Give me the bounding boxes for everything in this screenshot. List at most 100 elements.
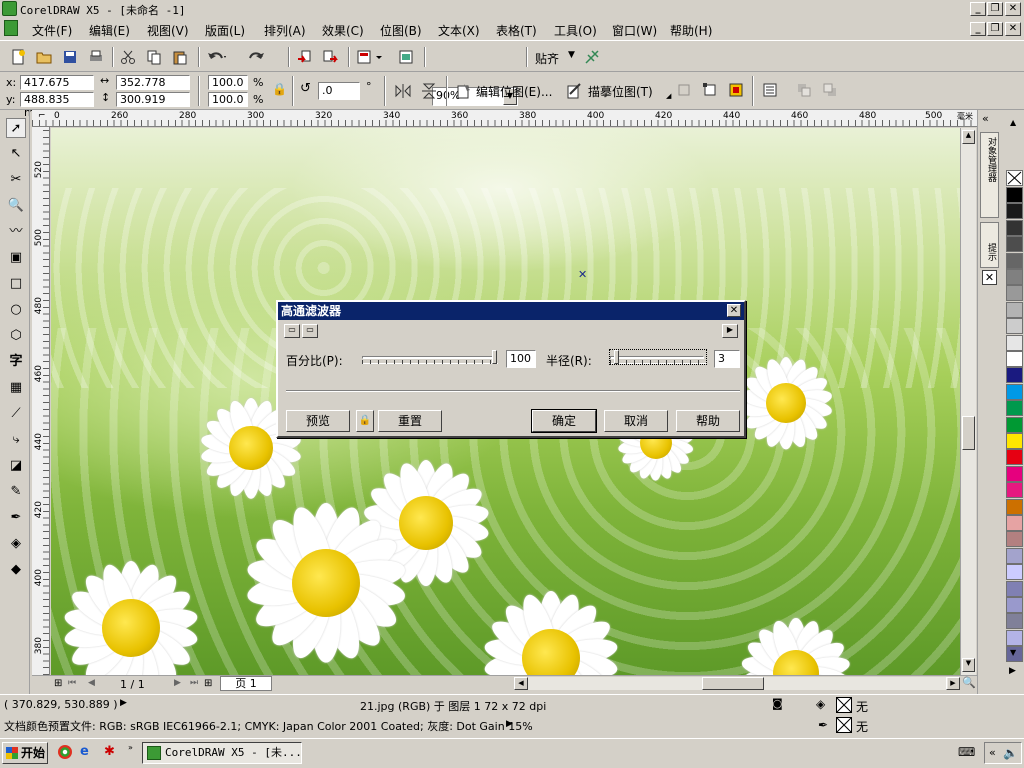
ellipse-tool-icon[interactable]: ○ bbox=[6, 300, 26, 320]
collapse-docker-icon[interactable]: « bbox=[982, 112, 989, 125]
blend-tool-icon[interactable]: ◪ bbox=[6, 456, 26, 476]
start-button[interactable]: 开始 bbox=[2, 742, 48, 764]
mirror-vertical-icon[interactable] bbox=[420, 82, 438, 100]
no-fill-swatch[interactable] bbox=[1006, 170, 1023, 186]
smart-fill-tool-icon[interactable]: ▣ bbox=[6, 248, 26, 268]
trace-bitmap-icon[interactable] bbox=[566, 82, 584, 100]
doc-close-button[interactable]: ✕ bbox=[1005, 22, 1021, 36]
close-button[interactable]: ✕ bbox=[1005, 2, 1021, 16]
vertical-scrollbar[interactable]: ▲ ▼ bbox=[960, 128, 976, 675]
page-tab[interactable]: 页 1 bbox=[220, 676, 272, 691]
preview-button[interactable]: 预览 bbox=[286, 410, 350, 432]
prev-page-icon[interactable]: ◀ bbox=[88, 678, 95, 688]
help-button[interactable]: 帮助 bbox=[676, 410, 740, 432]
taskbar-coreldraw-button[interactable]: CorelDRAW X5 - [未... bbox=[142, 742, 302, 764]
edit-bitmap-icon[interactable] bbox=[456, 82, 472, 100]
scroll-left-button[interactable]: ◀ bbox=[514, 677, 528, 690]
h-scroll-thumb[interactable] bbox=[702, 677, 764, 690]
add-page-icon[interactable]: ⊞ bbox=[54, 678, 62, 689]
first-page-icon[interactable]: ⏮ bbox=[68, 678, 76, 688]
menu-view[interactable]: 视图(V) bbox=[147, 22, 189, 39]
scroll-down-button[interactable]: ▼ bbox=[962, 658, 975, 672]
eyedropper-tool-icon[interactable]: ✎ bbox=[6, 482, 26, 502]
color-swatch[interactable] bbox=[1006, 301, 1023, 318]
color-swatch[interactable] bbox=[1006, 580, 1023, 597]
cut-icon[interactable] bbox=[120, 49, 136, 65]
app-shortcut-icon[interactable]: ✱ bbox=[104, 744, 115, 759]
color-swatch[interactable] bbox=[1006, 433, 1023, 449]
menu-help[interactable]: 帮助(H) bbox=[670, 22, 712, 39]
document-icon[interactable] bbox=[4, 20, 18, 36]
copy-icon[interactable] bbox=[146, 49, 162, 65]
vertical-ruler[interactable]: 520 500 480 460 440 420 400 380 bbox=[32, 127, 50, 675]
save-icon[interactable] bbox=[62, 49, 78, 65]
options-icon[interactable] bbox=[584, 49, 600, 65]
single-preview-icon[interactable]: ▭ bbox=[302, 324, 318, 338]
scale-y-field[interactable]: 100.0 bbox=[208, 92, 248, 107]
welcome-screen-icon[interactable] bbox=[398, 49, 414, 65]
lock-ratio-icon[interactable]: 🔒 bbox=[272, 82, 287, 96]
navigator-icon[interactable]: 🔍 bbox=[962, 676, 976, 689]
color-swatch[interactable] bbox=[1006, 531, 1023, 548]
palette-scroll-down-icon[interactable]: ▼ bbox=[1010, 648, 1016, 657]
color-swatch[interactable] bbox=[1006, 465, 1023, 482]
color-swatch[interactable] bbox=[1006, 351, 1023, 367]
x-position-field[interactable]: 417.675 mm bbox=[20, 75, 94, 102]
color-swatch[interactable] bbox=[1006, 629, 1023, 646]
menu-bitmaps[interactable]: 位图(B) bbox=[380, 22, 422, 39]
color-swatch[interactable] bbox=[1006, 269, 1023, 285]
fill-tool-icon[interactable]: ◈ bbox=[6, 534, 26, 554]
color-swatch[interactable] bbox=[1006, 236, 1023, 253]
dialog-close-button[interactable]: ✕ bbox=[727, 304, 741, 317]
color-swatch[interactable] bbox=[1006, 613, 1023, 630]
radius-slider-thumb[interactable] bbox=[614, 350, 619, 364]
menu-table[interactable]: 表格(T) bbox=[496, 22, 537, 39]
trace-bitmap-button[interactable]: 描摹位图(T) bbox=[588, 83, 653, 100]
rotation-angle-field[interactable]: .0 bbox=[318, 82, 360, 100]
maximize-button[interactable]: ❐ bbox=[987, 2, 1003, 16]
cancel-button[interactable]: 取消 bbox=[604, 410, 668, 432]
zoom-tool-icon[interactable]: 🔍 bbox=[6, 196, 26, 216]
tray-expand-icon[interactable]: « bbox=[989, 746, 996, 759]
pick-tool-icon[interactable]: ➚ bbox=[6, 118, 26, 138]
menu-arrange[interactable]: 排列(A) bbox=[264, 22, 306, 39]
edit-bitmap-button[interactable]: 编辑位图(E)... bbox=[476, 83, 552, 100]
ie-icon[interactable]: e bbox=[80, 744, 89, 759]
scroll-thumb[interactable] bbox=[962, 416, 975, 450]
color-swatch[interactable] bbox=[1006, 547, 1023, 564]
chevron-down-icon[interactable]: ▼ bbox=[568, 50, 575, 60]
menu-layout[interactable]: 版面(L) bbox=[205, 22, 245, 39]
percent-value-field[interactable]: 100 bbox=[506, 350, 536, 368]
width-field[interactable]: 352.778 mm bbox=[116, 75, 190, 102]
wrap-text-icon[interactable] bbox=[762, 82, 780, 98]
chevron-right-icon[interactable]: ▶ bbox=[120, 698, 127, 708]
outline-pen-tool-icon[interactable]: ✒ bbox=[6, 508, 26, 528]
crop-bitmap-icon[interactable] bbox=[676, 82, 692, 98]
volume-icon[interactable]: 🔈 bbox=[1003, 746, 1018, 760]
doc-restore-button[interactable]: ❐ bbox=[987, 22, 1003, 36]
close-icon[interactable]: ✕ bbox=[982, 270, 997, 285]
color-swatch[interactable] bbox=[1006, 334, 1023, 351]
last-page-icon[interactable]: ⏭ bbox=[190, 678, 198, 688]
snap-to-menu[interactable]: 贴齐 bbox=[535, 50, 559, 67]
color-swatch[interactable] bbox=[1006, 498, 1023, 515]
menu-tools[interactable]: 工具(O) bbox=[554, 22, 597, 39]
freehand-tool-icon[interactable]: 〰 bbox=[6, 222, 26, 242]
menu-window[interactable]: 窗口(W) bbox=[612, 22, 657, 39]
rectangle-tool-icon[interactable]: □ bbox=[6, 274, 26, 294]
print-icon[interactable] bbox=[88, 49, 104, 65]
color-swatch[interactable] bbox=[1006, 564, 1023, 581]
color-swatch[interactable] bbox=[1006, 400, 1023, 417]
scale-x-field[interactable]: 100.0 bbox=[208, 75, 248, 90]
scroll-right-button[interactable]: ▶ bbox=[946, 677, 960, 690]
menu-edit[interactable]: 编辑(E) bbox=[89, 22, 130, 39]
height-field[interactable]: 300.919 mm bbox=[116, 92, 190, 119]
mirror-horizontal-icon[interactable] bbox=[394, 82, 412, 100]
chevron-right-icon[interactable]: ▶ bbox=[506, 719, 513, 729]
redo-icon[interactable] bbox=[246, 49, 268, 65]
docker-tab-hints[interactable]: 提示 bbox=[980, 222, 999, 268]
color-swatch[interactable] bbox=[1006, 367, 1023, 384]
menu-effects[interactable]: 效果(C) bbox=[322, 22, 364, 39]
next-page-icon[interactable]: ▶ bbox=[174, 678, 181, 688]
palette-scroll-up-icon[interactable]: ▲ bbox=[1010, 118, 1016, 127]
